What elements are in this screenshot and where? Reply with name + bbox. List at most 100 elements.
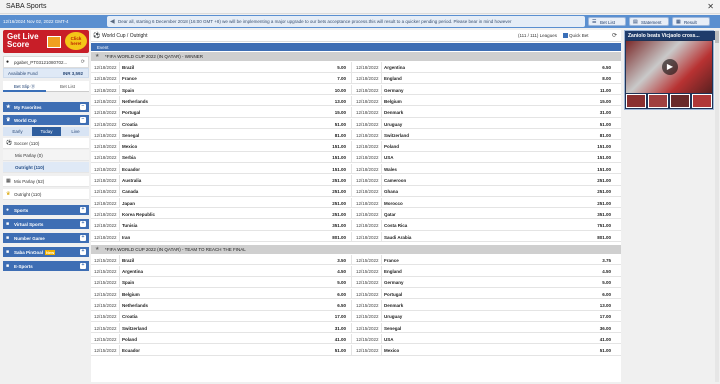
event-date: 12/18/2022 <box>356 87 379 93</box>
odds-value[interactable]: 17.00 <box>316 314 346 319</box>
odds-value[interactable]: 51.00 <box>581 348 611 353</box>
odds-value[interactable]: 151.00 <box>581 155 611 160</box>
play-icon[interactable]: ▶ <box>662 59 678 75</box>
odds-value[interactable]: 6.50 <box>581 65 611 70</box>
odds-value[interactable]: 13.00 <box>316 99 346 104</box>
league-header[interactable]: ★ *FIFA WORLD CUP 2022 (IN QATAR) - TEAM … <box>91 244 621 254</box>
odds-value[interactable]: 6.00 <box>316 292 346 297</box>
tab-early[interactable]: Early <box>3 127 32 136</box>
odds-value[interactable]: 51.00 <box>316 122 346 127</box>
odds-value[interactable]: 251.00 <box>581 189 611 194</box>
statement-button[interactable]: ▤ Statement <box>629 17 669 26</box>
live-score-banner[interactable]: Get Live Score Click here! <box>3 30 89 53</box>
odds-value[interactable]: 251.00 <box>581 178 611 183</box>
tab-live[interactable]: Live <box>61 127 90 136</box>
odds-value[interactable]: 31.00 <box>316 326 346 331</box>
odds-value[interactable]: 11.00 <box>581 88 611 93</box>
odds-value[interactable]: 51.00 <box>581 122 611 127</box>
sidebar-virtual-sports[interactable]: ■ Virtual Sports + <box>3 219 89 229</box>
scrollbar[interactable] <box>715 30 719 382</box>
expand-icon[interactable]: + <box>80 235 86 241</box>
video-widget[interactable]: Zaniolo beats Vicjaolo cross... ▶ <box>624 30 715 110</box>
odds-value[interactable]: 6.50 <box>316 303 346 308</box>
odds-value[interactable]: 251.00 <box>316 189 346 194</box>
result-button[interactable]: ▦ Result <box>672 17 710 26</box>
thumbnail[interactable] <box>670 94 690 108</box>
expand-icon[interactable]: + <box>80 249 86 255</box>
sidebar-e-sports[interactable]: ■ E-Sports + <box>3 261 89 271</box>
my-favorites[interactable]: ★ My Favorites − <box>3 102 89 112</box>
sidebar-item-outright[interactable]: ♛ Outright (110) <box>3 189 89 200</box>
refresh-icon[interactable]: ⟳ <box>81 59 85 65</box>
odds-value[interactable]: 3.75 <box>581 258 611 263</box>
odds-value[interactable]: 4.50 <box>316 269 346 274</box>
odds-value[interactable]: 51.00 <box>316 348 346 353</box>
odds-value[interactable]: 151.00 <box>316 144 346 149</box>
star-icon[interactable]: ★ <box>95 246 99 252</box>
odds-value[interactable]: 3.50 <box>316 258 346 263</box>
sidebar-saba-pingoal[interactable]: ■ Saba PinGoal New + <box>3 247 89 257</box>
odds-value[interactable]: 4.50 <box>581 269 611 274</box>
scroll-thumb[interactable] <box>715 31 719 43</box>
thumbnail[interactable] <box>692 94 712 108</box>
expand-icon[interactable]: + <box>80 207 86 213</box>
leagues-filter[interactable]: (111 / 111) Leagues <box>518 33 557 38</box>
tab-bet-list[interactable]: Bet List <box>46 81 89 92</box>
odds-value[interactable]: 251.00 <box>581 201 611 206</box>
odds-value[interactable]: 151.00 <box>581 167 611 172</box>
odds-value[interactable]: 5.00 <box>316 280 346 285</box>
odds-value[interactable]: 801.00 <box>316 235 346 240</box>
sidebar-item-outright-sub[interactable]: Outright (110) <box>3 162 89 173</box>
odds-value[interactable]: 6.00 <box>581 292 611 297</box>
odds-value[interactable]: 15.00 <box>316 110 346 115</box>
refresh-icon[interactable]: ⟳ <box>612 32 617 39</box>
odds-value[interactable]: 151.00 <box>581 144 611 149</box>
odds-value[interactable]: 251.00 <box>316 201 346 206</box>
odds-value[interactable]: 36.00 <box>581 326 611 331</box>
odds-value[interactable]: 17.00 <box>581 314 611 319</box>
star-icon[interactable]: ★ <box>95 53 99 59</box>
odds-value[interactable]: 41.00 <box>316 337 346 342</box>
odds-header: ⚽ World Cup / Outright (111 / 111) Leagu… <box>91 30 621 42</box>
odds-value[interactable]: 5.00 <box>316 65 346 70</box>
odds-value[interactable]: 81.00 <box>316 133 346 138</box>
world-cup[interactable]: ♛ World Cup − <box>3 115 89 125</box>
odds-value[interactable]: 13.00 <box>581 303 611 308</box>
sidebar-item-mix-parlay[interactable]: ▦ Mix Parlay (52) <box>3 176 89 187</box>
odds-value[interactable]: 151.00 <box>316 155 346 160</box>
video-player[interactable]: ▶ <box>626 41 712 93</box>
thumbnail[interactable] <box>626 94 646 108</box>
odds-value[interactable]: 8.00 <box>581 76 611 81</box>
odds-value[interactable]: 351.00 <box>316 223 346 228</box>
sidebar-item-soccer[interactable]: ⚽ Soccer (110) <box>3 138 89 149</box>
sidebar-sports[interactable]: ● Sports + <box>3 205 89 215</box>
odds-value[interactable]: 751.00 <box>581 223 611 228</box>
expand-icon[interactable]: + <box>80 221 86 227</box>
odds-value[interactable]: 15.00 <box>581 99 611 104</box>
sidebar-number-game[interactable]: ■ Number Game + <box>3 233 89 243</box>
odds-value[interactable]: 5.00 <box>581 280 611 285</box>
team-name: England <box>384 269 402 275</box>
odds-value[interactable]: 151.00 <box>316 167 346 172</box>
odds-value[interactable]: 251.00 <box>316 178 346 183</box>
league-header[interactable]: ★ *FIFA WORLD CUP 2022 (IN QATAR) - WINNE… <box>91 52 621 61</box>
bet-list-button[interactable]: ☰ Bet List <box>588 17 626 26</box>
odds-value[interactable]: 31.00 <box>581 110 611 115</box>
odds-value[interactable]: 7.00 <box>316 76 346 81</box>
expand-icon[interactable]: + <box>80 263 86 269</box>
odds-value[interactable]: 10.00 <box>316 88 346 93</box>
collapse-icon[interactable]: − <box>80 104 86 110</box>
close-icon[interactable]: ✕ <box>707 2 714 11</box>
odds-value[interactable]: 801.00 <box>581 235 611 240</box>
event-date: 12/15/2022 <box>94 291 117 297</box>
odds-value[interactable]: 351.00 <box>581 212 611 217</box>
collapse-icon[interactable]: − <box>80 117 86 123</box>
odds-value[interactable]: 251.00 <box>316 212 346 217</box>
odds-value[interactable]: 41.00 <box>581 337 611 342</box>
odds-value[interactable]: 81.00 <box>581 133 611 138</box>
thumbnail[interactable] <box>648 94 668 108</box>
tab-bet-slip[interactable]: Bet Slip ⓪ <box>3 81 46 92</box>
sidebar-item-mix-parlay-sub[interactable]: Mix Parlay (0) <box>3 150 89 161</box>
tab-today[interactable]: Today <box>32 127 61 136</box>
quick-bet-toggle[interactable]: Quick Bet <box>563 33 589 39</box>
